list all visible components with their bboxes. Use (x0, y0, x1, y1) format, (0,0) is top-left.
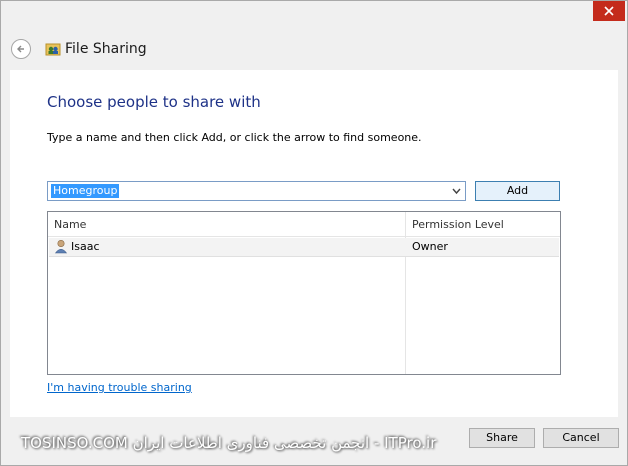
close-icon (604, 6, 614, 16)
file-sharing-icon (45, 43, 61, 56)
column-divider (405, 212, 406, 374)
title-bar: File Sharing (11, 37, 147, 61)
people-list[interactable]: Name Permission Level Isaac Owner (47, 211, 561, 375)
watermark-text: TOSINSO.COM انجمن تخصصی فناوری اطلاعات ا… (21, 434, 437, 452)
window-title: File Sharing (65, 41, 147, 57)
content-panel: Choose people to share with Type a name … (10, 70, 618, 417)
column-header-name[interactable]: Name (54, 218, 86, 231)
share-button[interactable]: Share (469, 428, 535, 448)
people-combobox[interactable]: Homegroup (47, 181, 466, 201)
back-button[interactable] (11, 39, 31, 59)
add-button[interactable]: Add (475, 181, 560, 201)
combobox-selected-text[interactable]: Homegroup (51, 184, 120, 198)
list-header: Name Permission Level (48, 212, 560, 237)
cancel-button[interactable]: Cancel (543, 428, 619, 448)
file-sharing-window: File Sharing Choose people to share with… (0, 0, 628, 466)
row-user-name: Isaac (71, 240, 100, 253)
row-permission-level[interactable]: Owner (412, 240, 448, 253)
table-row[interactable]: Isaac Owner (49, 238, 559, 257)
chevron-down-icon[interactable] (452, 187, 461, 195)
footer-bar: TOSINSO.COM انجمن تخصصی فناوری اطلاعات ا… (1, 417, 627, 465)
trouble-sharing-link[interactable]: I'm having trouble sharing (47, 381, 192, 394)
instructions-text: Type a name and then click Add, or click… (47, 131, 422, 144)
column-header-permission[interactable]: Permission Level (412, 218, 504, 231)
user-icon (54, 239, 68, 254)
page-heading: Choose people to share with (47, 93, 261, 111)
close-button[interactable] (593, 1, 625, 21)
back-arrow-icon (17, 45, 24, 53)
